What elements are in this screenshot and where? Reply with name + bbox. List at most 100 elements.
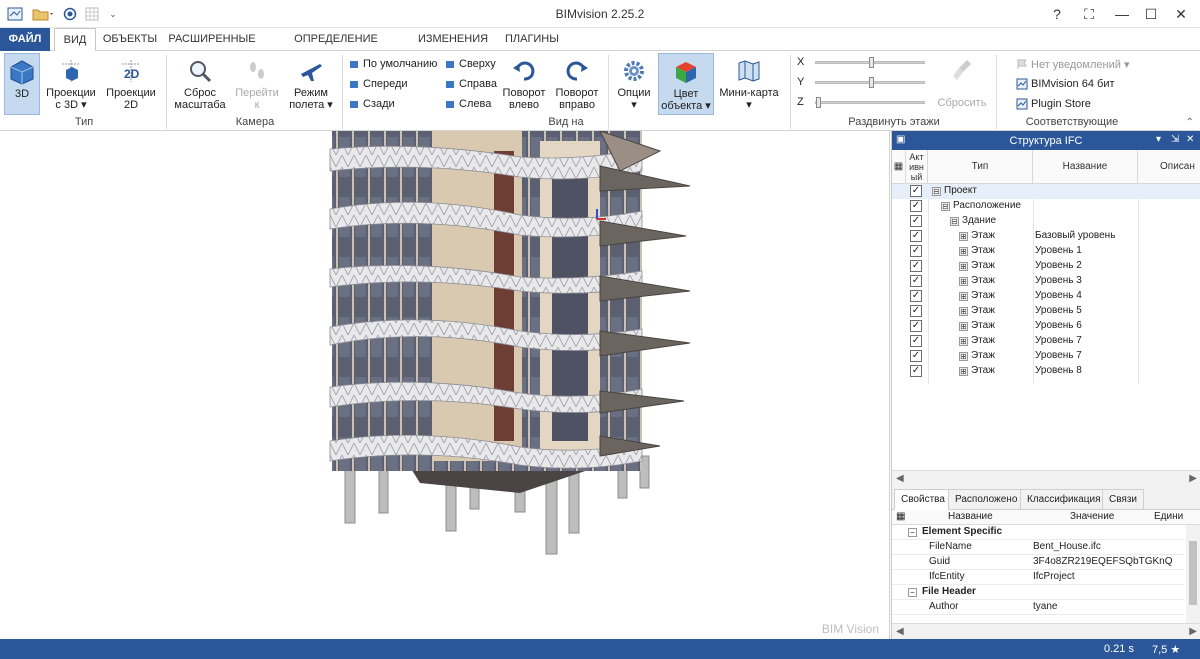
col-name[interactable]: Название: [1033, 150, 1138, 184]
row-active-checkbox[interactable]: ✓: [910, 335, 922, 347]
tree-row[interactable]: ✓ ⊞ Этаж Уровень 1: [892, 244, 1200, 259]
tree-row[interactable]: ✓ ⊞ Этаж Уровень 4: [892, 289, 1200, 304]
row-active-checkbox[interactable]: ✓: [910, 350, 922, 362]
col-type[interactable]: Тип: [928, 150, 1033, 184]
tree-row[interactable]: ✓ ⊞ Этаж Уровень 5: [892, 304, 1200, 319]
prop-column-chooser-icon[interactable]: ▦: [896, 511, 905, 522]
property-row[interactable]: IfcEntity IfcProject: [892, 570, 1184, 585]
minimize-button[interactable]: —: [1111, 4, 1133, 24]
panel-dropdown-icon[interactable]: ▾: [1156, 134, 1161, 145]
tree-row[interactable]: ✓ ⊟ Проект: [892, 184, 1200, 199]
tab-properties[interactable]: Свойства: [894, 489, 952, 510]
category-collapse-icon[interactable]: −: [908, 528, 917, 537]
tree-row[interactable]: ✓ ⊟ Здание: [892, 214, 1200, 229]
row-active-checkbox[interactable]: ✓: [910, 290, 922, 302]
tree-row[interactable]: ✓ ⊞ Этаж Уровень 7: [892, 349, 1200, 364]
split-reset-button[interactable]: Сбросить: [934, 53, 990, 115]
row-active-checkbox[interactable]: ✓: [910, 245, 922, 257]
tree-row[interactable]: ✓ ⊟ Расположение: [892, 199, 1200, 214]
tab-relations[interactable]: Связи: [1102, 489, 1145, 510]
split-z-slider[interactable]: [815, 96, 925, 108]
split-x-slider[interactable]: [815, 56, 925, 68]
tree-row[interactable]: ✓ ⊞ Этаж Уровень 6: [892, 319, 1200, 334]
projections-2d-button[interactable]: 2D Проекции 2D: [104, 53, 158, 115]
view-top-button[interactable]: Сверху: [444, 55, 496, 73]
properties-horizontal-scrollbar[interactable]: ◀ ▶: [892, 623, 1200, 639]
split-y-slider[interactable]: [815, 76, 925, 88]
minimap-button[interactable]: Мини-карта ▾: [718, 53, 780, 115]
help-button[interactable]: ?: [1046, 4, 1068, 24]
panel-pin-icon[interactable]: ⇲: [1171, 134, 1179, 145]
tab-dimensions[interactable]: ОПРЕДЕЛЕНИЕ РАЗМЕРОВ: [264, 28, 408, 68]
column-chooser-icon[interactable]: ▦: [892, 150, 906, 184]
col-description[interactable]: Описан: [1138, 150, 1200, 184]
tree-row[interactable]: ✓ ⊞ Этаж Уровень 7: [892, 334, 1200, 349]
row-active-checkbox[interactable]: ✓: [910, 260, 922, 272]
tree-expander-icon[interactable]: ⊟: [932, 187, 941, 196]
fullscreen-button[interactable]: ⛶: [1078, 4, 1100, 24]
flight-mode-button[interactable]: Режим полета ▾: [286, 53, 336, 115]
panel-close-icon[interactable]: ✕: [1186, 134, 1194, 145]
ifc-horizontal-scrollbar[interactable]: ◀ ▶: [892, 470, 1200, 486]
tree-expander-icon[interactable]: ⊞: [959, 247, 968, 256]
tab-objects[interactable]: ОБЪЕКТЫ: [100, 28, 160, 51]
property-row[interactable]: Guid 3F4o8ZR219EQEFSQbTGKnQ: [892, 555, 1184, 570]
object-color-button[interactable]: Цвет объекта ▾: [658, 53, 714, 115]
scroll-right-icon[interactable]: ▶: [1189, 473, 1197, 484]
tree-expander-icon[interactable]: ⊞: [959, 322, 968, 331]
row-active-checkbox[interactable]: ✓: [910, 215, 922, 227]
row-active-checkbox[interactable]: ✓: [910, 320, 922, 332]
tree-expander-icon[interactable]: ⊞: [959, 352, 968, 361]
collapse-ribbon-icon[interactable]: ⌃: [1186, 117, 1194, 128]
tree-expander-icon[interactable]: ⊞: [959, 292, 968, 301]
prop-scroll-right-icon[interactable]: ▶: [1189, 626, 1197, 637]
options-button[interactable]: Опции ▾: [614, 53, 654, 115]
prop-scroll-left-icon[interactable]: ◀: [896, 626, 904, 637]
split-x-thumb[interactable]: [869, 56, 874, 68]
row-active-checkbox[interactable]: ✓: [910, 185, 922, 197]
view-right-button[interactable]: Справа: [444, 75, 497, 93]
tree-expander-icon[interactable]: ⊞: [959, 232, 968, 241]
tab-plugins[interactable]: ПЛАГИНЫ: [498, 28, 566, 51]
tab-located[interactable]: Расположено: [948, 489, 1025, 510]
projections-3d-button[interactable]: Проекции с 3D ▾: [44, 53, 98, 115]
split-z-thumb[interactable]: [816, 96, 821, 108]
tab-classification[interactable]: Классификация: [1020, 489, 1108, 510]
view-left-button[interactable]: Слева: [444, 95, 491, 113]
category-collapse-icon[interactable]: −: [908, 588, 917, 597]
row-active-checkbox[interactable]: ✓: [910, 200, 922, 212]
3d-viewport[interactable]: BIM Vision: [0, 131, 890, 639]
tab-file[interactable]: ФАЙЛ: [0, 28, 50, 51]
scroll-left-icon[interactable]: ◀: [896, 473, 904, 484]
property-category[interactable]: − Element Specific: [892, 525, 1184, 540]
prop-col-value[interactable]: Значение: [1070, 511, 1114, 522]
properties-scroll-thumb[interactable]: [1189, 541, 1197, 605]
maximize-button[interactable]: ☐: [1140, 4, 1162, 24]
tree-expander-icon[interactable]: ⊟: [950, 217, 959, 226]
plugin-store-button[interactable]: Plugin Store: [1016, 95, 1091, 113]
tab-view[interactable]: ВИД: [54, 28, 96, 52]
tab-changes[interactable]: ИЗМЕНЕНИЯ: [414, 28, 492, 51]
property-row[interactable]: Author tyane: [892, 600, 1184, 615]
tree-row[interactable]: ✓ ⊞ Этаж Уровень 3: [892, 274, 1200, 289]
prop-col-name[interactable]: Название: [948, 511, 993, 522]
rotate-right-button[interactable]: Поворот вправо: [552, 53, 602, 115]
view-default-button[interactable]: По умолчанию: [348, 55, 437, 73]
row-active-checkbox[interactable]: ✓: [910, 230, 922, 242]
properties-vertical-scrollbar[interactable]: [1186, 525, 1200, 623]
tree-row[interactable]: ✓ ⊞ Этаж Базовый уровень: [892, 229, 1200, 244]
tree-expander-icon[interactable]: ⊞: [959, 367, 968, 376]
row-active-checkbox[interactable]: ✓: [910, 365, 922, 377]
tree-expander-icon[interactable]: ⊞: [959, 262, 968, 271]
reset-zoom-button[interactable]: Сброс масштаба: [172, 53, 228, 115]
split-y-thumb[interactable]: [869, 76, 874, 88]
tree-expander-icon[interactable]: ⊞: [959, 337, 968, 346]
rotate-left-button[interactable]: Поворот влево: [500, 53, 548, 115]
notifications-button[interactable]: Нет уведомлений ▾: [1016, 55, 1129, 73]
row-active-checkbox[interactable]: ✓: [910, 305, 922, 317]
tree-row[interactable]: ✓ ⊞ Этаж Уровень 2: [892, 259, 1200, 274]
close-button[interactable]: ✕: [1170, 4, 1192, 24]
tree-row[interactable]: ✓ ⊞ Этаж Уровень 8: [892, 364, 1200, 379]
view-front-button[interactable]: Спереди: [348, 75, 408, 93]
tree-expander-icon[interactable]: ⊟: [941, 202, 950, 211]
